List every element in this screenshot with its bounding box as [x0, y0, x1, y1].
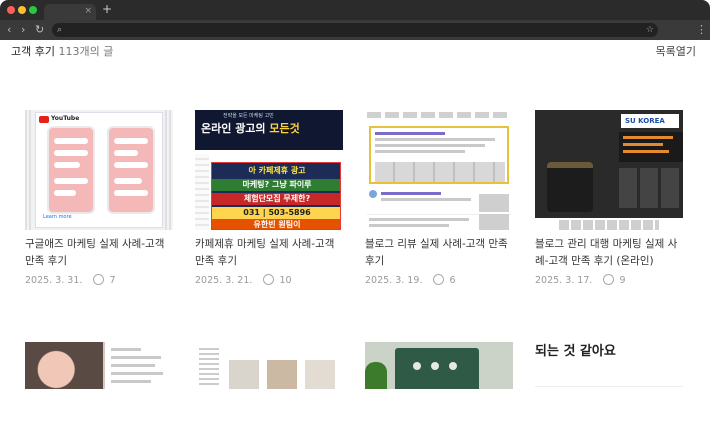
promo-phone: 031 | 503-5896 — [212, 207, 340, 219]
post-meta: 2025. 3. 17. 9 — [535, 274, 626, 287]
post-meta: 2025. 3. 19. 6 — [365, 274, 456, 287]
post-meta: 2025. 3. 21. 10 — [195, 274, 292, 287]
promo-line: 유한빈 원팀이 — [212, 219, 340, 229]
browser-toolbar: ‹ › ↻ ⌕ ☆ ⋮ — [0, 20, 710, 40]
post-title[interactable]: 블로그 리뷰 실제 사례-고객 만족 후기 — [365, 236, 515, 270]
post-date: 2025. 3. 21. — [195, 275, 253, 286]
post-thumbnail[interactable]: 전략을 모든 마케팅 고민 온라인 광고의 모든것 아 카페제휴 광고 마케팅?… — [195, 110, 343, 230]
post-date: 2025. 3. 17. — [535, 275, 593, 286]
promo-line: 아 카페제휴 광고 — [248, 166, 306, 175]
post-thumbnail[interactable] — [365, 110, 513, 230]
post-date: 2025. 3. 31. — [25, 275, 83, 286]
brand-logo: SU KOREA — [625, 117, 665, 125]
category-title: 고객 후기 — [11, 45, 55, 58]
comment-icon — [263, 274, 275, 285]
highlighted-review — [369, 126, 509, 184]
phone-mockup — [107, 126, 155, 214]
list-toggle-link[interactable]: 목록열기 — [656, 45, 696, 59]
post-thumbnail[interactable] — [25, 342, 173, 389]
post-thumbnail[interactable]: 되는 것 같아요 — [535, 342, 683, 389]
comment-icon — [433, 274, 445, 285]
forward-icon[interactable]: › — [21, 23, 25, 37]
comment-count[interactable]: 6 — [449, 275, 455, 286]
browser-tab[interactable]: × — [44, 4, 96, 20]
category-heading: 고객 후기 113개의 글 — [11, 45, 113, 59]
reload-icon[interactable]: ↻ — [35, 23, 44, 37]
learn-more-link: Learn more — [43, 214, 72, 220]
bookmark-star-icon[interactable]: ☆ — [646, 23, 654, 37]
banner-subtitle: 전략을 모든 마케팅 고민 — [223, 113, 274, 119]
blog-list-page: 고객 후기 113개의 글 목록열기 YouTube Learn more 구글… — [0, 40, 710, 429]
search-icon: ⌕ — [57, 25, 63, 35]
avatar — [369, 190, 377, 198]
post-title[interactable]: 블로그 관리 대행 마케팅 실제 사례-고객 만족 후기 (온라인) — [535, 236, 685, 270]
back-icon[interactable]: ‹ — [7, 23, 11, 37]
comment-count[interactable]: 10 — [279, 275, 291, 286]
banner-headline: 온라인 광고의 모든것 — [201, 122, 300, 135]
phone-mockup — [47, 126, 95, 214]
browser-window: × + ‹ › ↻ ⌕ ☆ ⋮ 고객 후기 113개의 글 목록열기 YouTu… — [0, 0, 710, 429]
minimize-window-button[interactable] — [18, 6, 26, 14]
post-thumbnail[interactable]: SU KOREA — [535, 110, 683, 230]
youtube-label: YouTube — [51, 115, 80, 122]
post-title[interactable]: 카페제휴 마케팅 실제 사례-고객 만족 후기 — [195, 236, 345, 270]
maximize-window-button[interactable] — [29, 6, 37, 14]
close-window-button[interactable] — [7, 6, 15, 14]
comment-count[interactable]: 9 — [619, 275, 625, 286]
browser-menu-icon[interactable]: ⋮ — [696, 23, 707, 37]
post-thumbnail[interactable]: YouTube Learn more — [25, 110, 173, 230]
post-count: 113개의 글 — [58, 45, 114, 58]
promo-image: 아 카페제휴 광고 마케팅? 그냥 파이루 체험단모집 무제한? 031 | 5… — [211, 162, 341, 230]
product-jar — [547, 162, 593, 212]
post-thumbnail[interactable] — [365, 342, 513, 389]
post-date: 2025. 3. 19. — [365, 275, 423, 286]
address-bar[interactable]: ⌕ ☆ — [52, 23, 658, 37]
youtube-logo-icon — [39, 116, 49, 123]
comment-icon — [93, 274, 105, 285]
thumbnail-heading: 되는 것 같아요 — [535, 344, 616, 359]
comment-count[interactable]: 7 — [109, 275, 115, 286]
close-icon[interactable]: × — [84, 5, 92, 17]
promo-line: 마케팅? 그냥 파이루 — [212, 179, 340, 191]
promo-line: 체험단모집 무제한? — [212, 193, 340, 205]
post-title[interactable]: 구글애즈 마케팅 실제 사례-고객 만족 후기 — [25, 236, 175, 270]
title-bar: × + — [0, 0, 710, 20]
comment-icon — [603, 274, 615, 285]
post-thumbnail[interactable] — [195, 342, 343, 389]
new-tab-button[interactable]: + — [102, 2, 112, 16]
ad-banner: 전략을 모든 마케팅 고민 온라인 광고의 모든것 — [195, 110, 343, 150]
post-meta: 2025. 3. 31. 7 — [25, 274, 116, 287]
